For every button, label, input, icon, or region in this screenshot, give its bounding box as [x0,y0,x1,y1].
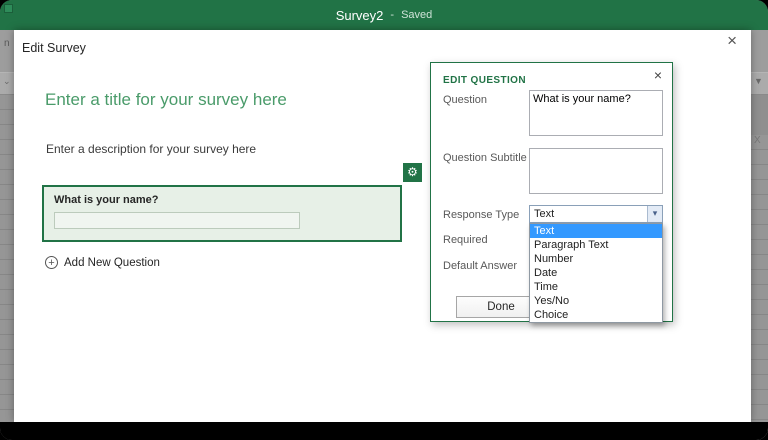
default-answer-label: Default Answer [443,260,517,272]
excel-app-icon [4,4,13,13]
survey-description-placeholder[interactable]: Enter a description for your survey here [46,142,256,156]
spreadsheet-background-right: ▼ X [751,30,768,422]
edit-question-panel: EDIT QUESTION × Question What is your na… [430,62,673,322]
response-type-dropdown: Text Paragraph Text Number Date Time Yes… [529,223,663,323]
edit-question-header: EDIT QUESTION [443,75,526,86]
formula-bar-fragment-right: ▼ [751,72,768,95]
question-settings-button[interactable]: ⚙ [403,163,422,182]
chevron-down-icon[interactable]: ▾ [647,206,662,222]
title-separator: - [390,9,394,21]
response-type-select[interactable]: Text ▾ [529,205,663,223]
question-card[interactable]: What is your name? [42,185,402,242]
answer-input[interactable] [54,212,300,229]
add-plus-icon: + [45,256,58,269]
dropdown-option[interactable]: Date [530,266,662,280]
formula-bar-fragment-left: ⌄ [0,72,14,95]
spreadsheet-background-left: n ⌄ [0,30,14,422]
close-icon: × [654,67,662,83]
question-field-label: Question [443,94,487,106]
panel-close-button[interactable]: × [654,67,662,83]
response-type-value: Text [534,208,554,220]
save-status: Saved [401,9,432,21]
cell-text-fragment: X [754,135,768,146]
grid-rows-left [0,95,14,422]
dropdown-option[interactable]: Number [530,252,662,266]
survey-title-placeholder[interactable]: Enter a title for your survey here [45,90,287,110]
dialog-close-button[interactable]: × [727,32,737,49]
gear-icon: ⚙ [407,165,418,179]
chevron-down-icon: ⌄ [3,76,11,86]
required-label: Required [443,234,488,246]
dialog-title: Edit Survey [22,41,86,55]
workbook-title: Survey2 [336,8,384,23]
subtitle-field[interactable] [529,148,663,194]
filter-icon: ▼ [754,76,763,86]
ribbon-fragment-right [751,30,768,72]
excel-online-window: Survey2 - Saved n ⌄ ▼ X Edit Survey × En… [0,0,768,440]
edit-survey-dialog: Edit Survey × Enter a title for your sur… [14,30,751,422]
add-new-question-button[interactable]: + Add New Question [45,256,160,269]
close-icon: × [727,31,737,50]
ribbon-fragment-left: n [0,30,14,72]
dropdown-option[interactable]: Paragraph Text [530,238,662,252]
dropdown-option[interactable]: Choice [530,308,662,322]
subtitle-field-label: Question Subtitle [443,152,527,164]
question-field[interactable]: What is your name? [529,90,663,136]
dropdown-option[interactable]: Text [530,224,662,238]
dropdown-option[interactable]: Yes/No [530,294,662,308]
titlebar: Survey2 - Saved [0,0,768,30]
grid-rows-right: X [751,135,768,440]
window-bottom-edge [0,422,768,440]
dropdown-option[interactable]: Time [530,280,662,294]
response-type-label: Response Type [443,209,519,221]
add-new-question-label: Add New Question [64,257,160,269]
question-label: What is your name? [54,194,159,206]
